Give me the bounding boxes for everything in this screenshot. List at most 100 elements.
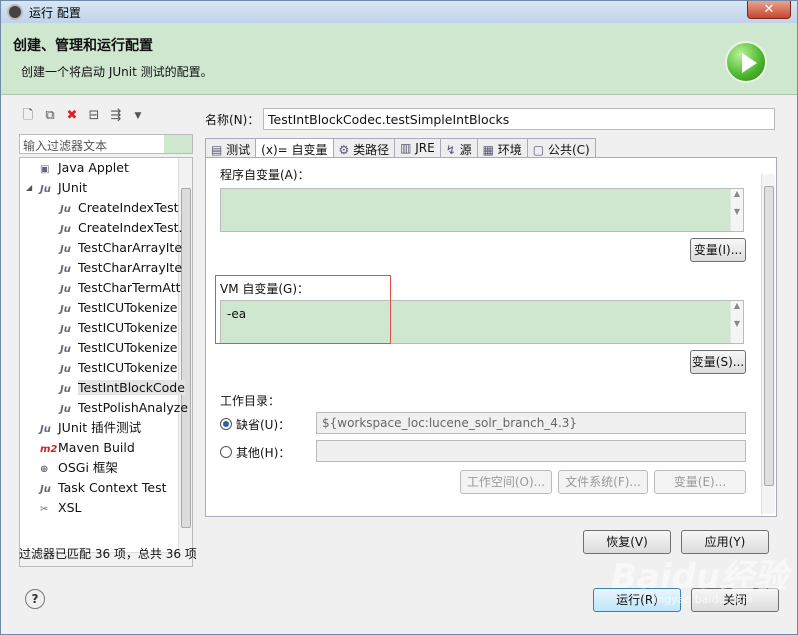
config-type-icon: Ju: [40, 184, 51, 195]
tab-icon: ▢: [532, 143, 548, 157]
config-type-icon: Ju: [60, 384, 71, 395]
tree-item[interactable]: Ju CreateIndexTest: [60, 198, 179, 218]
tree-item-label: TestCharTermAtt: [78, 280, 181, 295]
tab-icon: ⚙: [338, 143, 354, 157]
tree-item[interactable]: ✂ XSL: [40, 498, 81, 518]
tree-item-label: TestCharArrayIte: [78, 240, 183, 255]
config-type-icon: m2: [40, 444, 58, 455]
default-dir-label: 缺省(U)：: [236, 418, 291, 432]
filesystem-button[interactable]: 文件系统(F)...: [558, 470, 648, 494]
name-field[interactable]: TestIntBlockCodec.testSimpleIntBlocks: [263, 108, 775, 130]
config-type-icon: Ju: [60, 244, 71, 255]
other-dir-field[interactable]: [316, 440, 746, 462]
tree-item[interactable]: Ju Task Context Test: [40, 478, 167, 498]
config-type-icon: ⊕: [40, 464, 49, 475]
config-type-icon: Ju: [60, 264, 71, 275]
config-type-icon: Ju: [40, 484, 51, 495]
tree-item[interactable]: ◢ Ju JUnit: [26, 178, 87, 198]
tree-item[interactable]: Ju JUnit 插件测试: [40, 418, 141, 438]
workspace-button[interactable]: 工作空间(O)...: [460, 470, 552, 494]
tree-item[interactable]: ⊕ OSGi 框架: [40, 458, 118, 478]
delete-config-icon[interactable]: ✖: [63, 107, 81, 125]
watermark-url: jingyan.baidu.com: [651, 593, 753, 606]
tab-[interactable]: ▤ 测试: [205, 138, 257, 158]
filter-placeholder: 输入过滤器文本: [23, 139, 108, 153]
config-type-icon: Ju: [60, 344, 71, 355]
tree-item-label: XSL: [58, 500, 82, 515]
config-type-icon: Ju: [60, 304, 71, 315]
editor-scroll-thumb[interactable]: [764, 186, 774, 486]
tree-item-label: TestICUTokenize: [78, 320, 178, 335]
config-type-icon: Ju: [60, 324, 71, 335]
filter-icon[interactable]: ⇶: [107, 107, 125, 125]
title-bar: 运行 配置 ✕: [1, 1, 797, 23]
tree-item[interactable]: ▣ Java Applet: [40, 158, 129, 178]
tab-icon: ↯: [445, 143, 460, 157]
tree-scroll-thumb[interactable]: [181, 188, 191, 528]
editor-scrollbar[interactable]: [761, 174, 775, 514]
tab-icon: ▦: [482, 143, 498, 157]
filter-status: 过滤器已匹配 36 项，总共 36 项: [19, 547, 197, 561]
expander-icon[interactable]: ◢: [26, 178, 32, 198]
chevron-down-icon[interactable]: ▼: [129, 107, 147, 125]
tree-item-label: TestPolishAnalyze: [78, 400, 188, 415]
tree-item[interactable]: Ju TestPolishAnalyze: [60, 398, 188, 418]
run-config-window: 运行 配置 ✕ 创建、管理和运行配置 创建一个将启动 JUnit 测试的配置。 …: [0, 0, 798, 635]
tab-label: 类路径: [353, 143, 390, 157]
new-config-icon[interactable]: 🗋: [19, 107, 37, 125]
tree-item-label: TestIntBlockCode: [78, 380, 185, 395]
vm-args-scrollbar[interactable]: ▲ ▼: [730, 301, 743, 343]
variables-button[interactable]: 变量(E)...: [654, 470, 746, 494]
collapse-all-icon[interactable]: ⊟: [85, 107, 103, 125]
tab-c[interactable]: ▢ 公共(C): [526, 138, 596, 158]
tab-label: JRE: [415, 141, 435, 155]
config-type-icon: ✂: [40, 504, 49, 515]
help-icon[interactable]: ?: [25, 589, 45, 609]
tree-item[interactable]: Ju TestICUTokenize: [60, 338, 177, 358]
program-vars-button[interactable]: 变量(I)...: [690, 238, 746, 262]
tab-label: 测试: [226, 143, 251, 157]
left-toolbar: 🗋 ⧉ ✖ ⊟ ⇶ ▼: [19, 105, 147, 127]
config-tree[interactable]: ▣ Java Applet ◢ Ju JUnit Ju CreateIndexTest Ju C…: [19, 157, 193, 567]
tree-item[interactable]: Ju TestICUTokenize: [60, 298, 177, 318]
config-list-panel: 🗋 ⧉ ✖ ⊟ ⇶ ▼ 输入过滤器文本 ▣ Java Applet ◢ Ju JUnit…: [13, 101, 195, 567]
tree-item[interactable]: Ju TestICUTokenize: [60, 358, 177, 378]
tab-label: 源: [459, 143, 472, 157]
filter-input[interactable]: 输入过滤器文本: [19, 134, 193, 154]
window-title: 运行 配置: [29, 6, 81, 20]
tree-item[interactable]: Ju TestIntBlockCode: [60, 378, 185, 398]
tree-item-label: TestICUTokenize: [78, 340, 178, 355]
tab-icon: ▤: [211, 143, 227, 157]
run-play-icon: [725, 41, 767, 83]
tree-item[interactable]: Ju TestCharArrayIte: [60, 238, 182, 258]
tab-jre[interactable]: ▥ JRE: [394, 138, 441, 158]
config-type-icon: Ju: [60, 284, 71, 295]
header-subtitle: 创建一个将启动 JUnit 测试的配置。: [21, 65, 213, 79]
tree-item[interactable]: m2Maven Build: [40, 438, 135, 458]
vm-vars-button[interactable]: 变量(S)...: [690, 350, 746, 374]
tree-item[interactable]: Ju TestICUTokenize: [60, 318, 177, 338]
tree-item[interactable]: Ju TestCharArrayIte: [60, 258, 182, 278]
tab-[interactable]: ▦ 环境: [476, 138, 528, 158]
other-dir-radio[interactable]: [220, 446, 232, 458]
tab-[interactable]: ⚙ 类路径: [332, 138, 396, 158]
config-type-icon: ▣: [40, 164, 50, 175]
close-window-button[interactable]: ✕: [747, 1, 791, 19]
tree-item-label: Maven Build: [58, 440, 135, 455]
eclipse-icon: [7, 4, 23, 20]
tab-x[interactable]: (x)= 自变量: [255, 138, 334, 159]
program-args-scrollbar[interactable]: ▲ ▼: [730, 189, 743, 231]
name-label: 名称(N)：: [205, 113, 260, 127]
tree-item[interactable]: Ju TestCharTermAtt: [60, 278, 181, 298]
default-dir-radio[interactable]: [220, 418, 232, 430]
tab-[interactable]: ↯ 源: [439, 138, 478, 158]
duplicate-config-icon[interactable]: ⧉: [41, 107, 59, 125]
other-dir-label: 其他(H)：: [236, 446, 291, 460]
tree-item-label: Task Context Test: [58, 480, 167, 495]
program-args-field[interactable]: ▲ ▼: [220, 188, 744, 232]
config-type-icon: Ju: [60, 224, 71, 235]
tree-item[interactable]: Ju CreateIndexTest.: [60, 218, 183, 238]
filter-input-highlight: [164, 135, 192, 153]
config-type-icon: Ju: [40, 424, 51, 435]
config-tabs: ▤ 测试 (x)= 自变量 ⚙ 类路径 ▥ JRE ↯ 源 ▦ 环境 ▢ 公共(C): [205, 138, 596, 159]
